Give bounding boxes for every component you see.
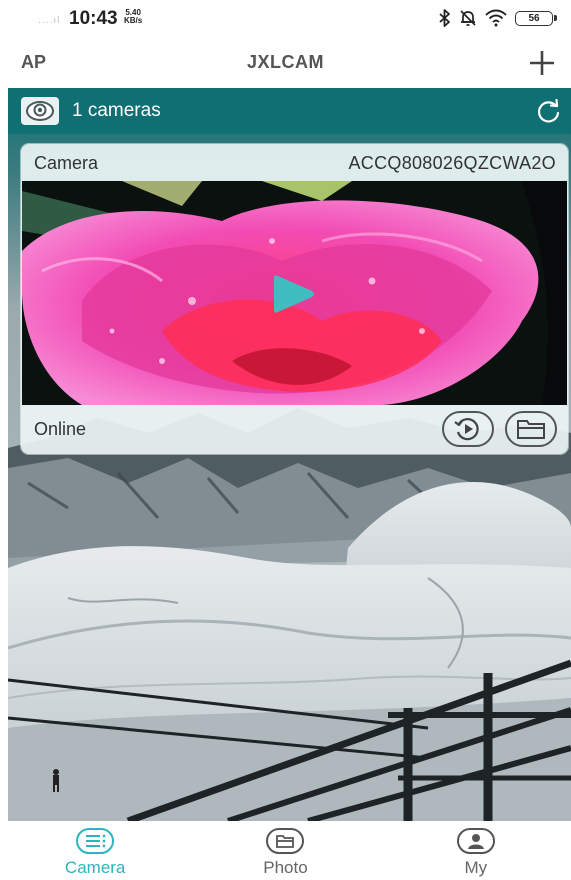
playback-button[interactable] [442, 411, 494, 447]
app-title: JXLCAM [246, 52, 324, 72]
camera-status: Online [34, 419, 87, 439]
camera-card[interactable]: Camera ACCQ808026QZCWA2O Online [21, 144, 568, 454]
battery-icon: 56 [515, 10, 557, 26]
nav-my[interactable]: My [381, 821, 571, 880]
nav-camera-label: Camera [64, 858, 126, 877]
plus-icon[interactable] [527, 48, 557, 78]
bottom-nav: Camera Photo My [0, 821, 571, 880]
camera-card-header: Camera ACCQ808026QZCWA2O [21, 144, 568, 181]
status-icons: 56 [439, 8, 557, 28]
photo-folder-icon [266, 828, 305, 854]
camera-preview[interactable] [22, 181, 567, 405]
camera-list-icon [76, 828, 115, 854]
battery-level: 56 [528, 12, 540, 24]
signal-icon: ....ıl [38, 16, 61, 26]
status-bar: ....ıl 10:43 5.40 KB/s 56 [0, 0, 571, 38]
wifi-icon [485, 9, 507, 27]
folder-icon [517, 420, 545, 439]
play-icon[interactable] [268, 273, 318, 315]
app-header: AP JXLCAM [0, 38, 571, 88]
camera-count-banner: 1 cameras [8, 88, 571, 134]
user-icon [456, 828, 495, 854]
status-time: 10:43 [69, 8, 118, 29]
camera-card-footer: Online [21, 405, 568, 454]
camera-count-label: 1 cameras [72, 100, 161, 121]
camera-icon [21, 97, 59, 125]
network-speed: 5.40 KB/s [124, 9, 142, 25]
refresh-icon[interactable] [535, 99, 561, 125]
nav-camera[interactable]: Camera [0, 821, 190, 880]
mute-bell-icon [460, 10, 476, 26]
camera-name: Camera [34, 153, 99, 173]
bluetooth-icon [439, 9, 450, 27]
nav-my-label: My [464, 858, 488, 877]
network-speed-unit: KB/s [124, 16, 143, 25]
nav-photo-label: Photo [263, 858, 308, 877]
camera-device-id: ACCQ808026QZCWA2O [348, 153, 556, 173]
files-button[interactable] [505, 411, 557, 447]
playback-icon [454, 418, 479, 441]
nav-photo[interactable]: Photo [190, 821, 380, 880]
